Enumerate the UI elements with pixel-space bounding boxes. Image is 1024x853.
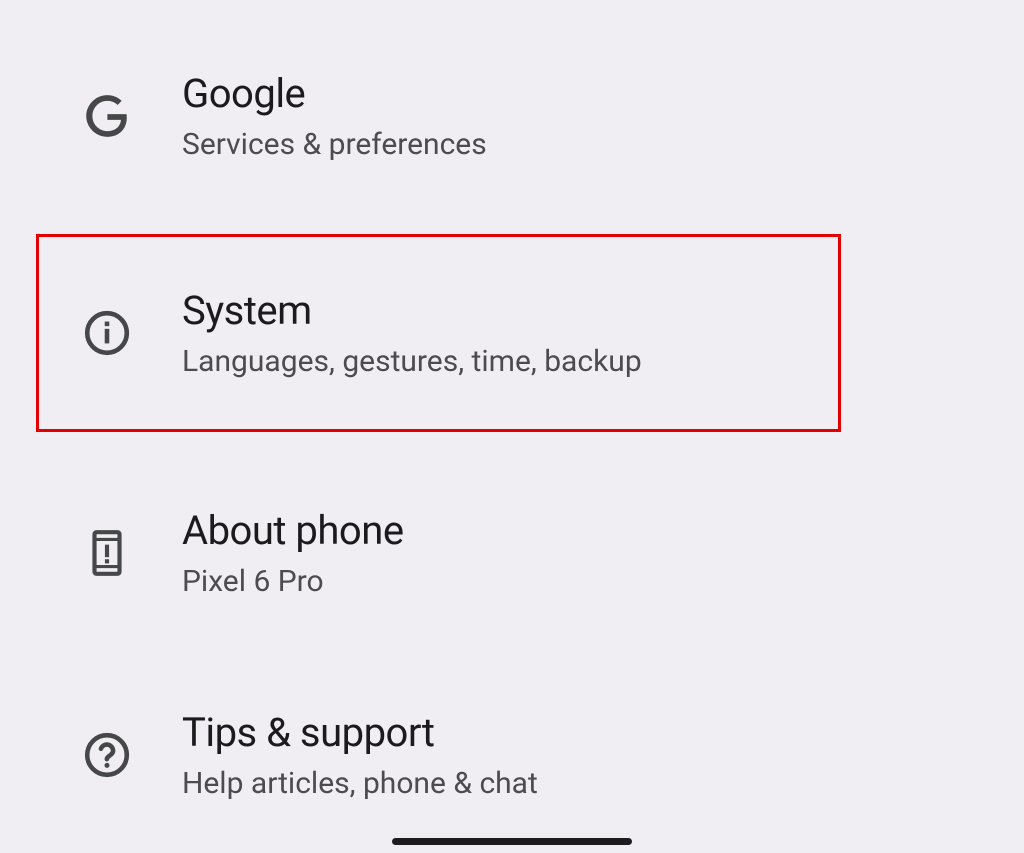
settings-item-subtitle: Languages, gestures, time, backup <box>182 344 642 379</box>
phone-icon <box>82 528 132 578</box>
google-icon <box>82 91 132 141</box>
settings-item-title: System <box>182 287 642 334</box>
settings-item-text: System Languages, gestures, time, backup <box>182 287 642 379</box>
navigation-handle[interactable] <box>392 838 632 845</box>
settings-item-title: Google <box>182 70 487 117</box>
settings-item-text: Google Services & preferences <box>182 70 487 162</box>
settings-item-google[interactable]: Google Services & preferences <box>0 40 1024 192</box>
settings-item-title: Tips & support <box>182 709 538 756</box>
settings-list: Google Services & preferences System Lan… <box>0 0 1024 831</box>
help-icon <box>82 730 132 780</box>
settings-item-tips-support[interactable]: Tips & support Help articles, phone & ch… <box>0 679 1024 831</box>
info-icon <box>82 308 132 358</box>
settings-item-text: About phone Pixel 6 Pro <box>182 507 404 599</box>
settings-item-subtitle: Pixel 6 Pro <box>182 564 404 599</box>
settings-item-title: About phone <box>182 507 404 554</box>
settings-item-about-phone[interactable]: About phone Pixel 6 Pro <box>0 477 1024 629</box>
settings-item-subtitle: Services & preferences <box>182 127 487 162</box>
settings-item-system[interactable]: System Languages, gestures, time, backup <box>36 234 841 432</box>
settings-item-subtitle: Help articles, phone & chat <box>182 766 538 801</box>
settings-item-text: Tips & support Help articles, phone & ch… <box>182 709 538 801</box>
